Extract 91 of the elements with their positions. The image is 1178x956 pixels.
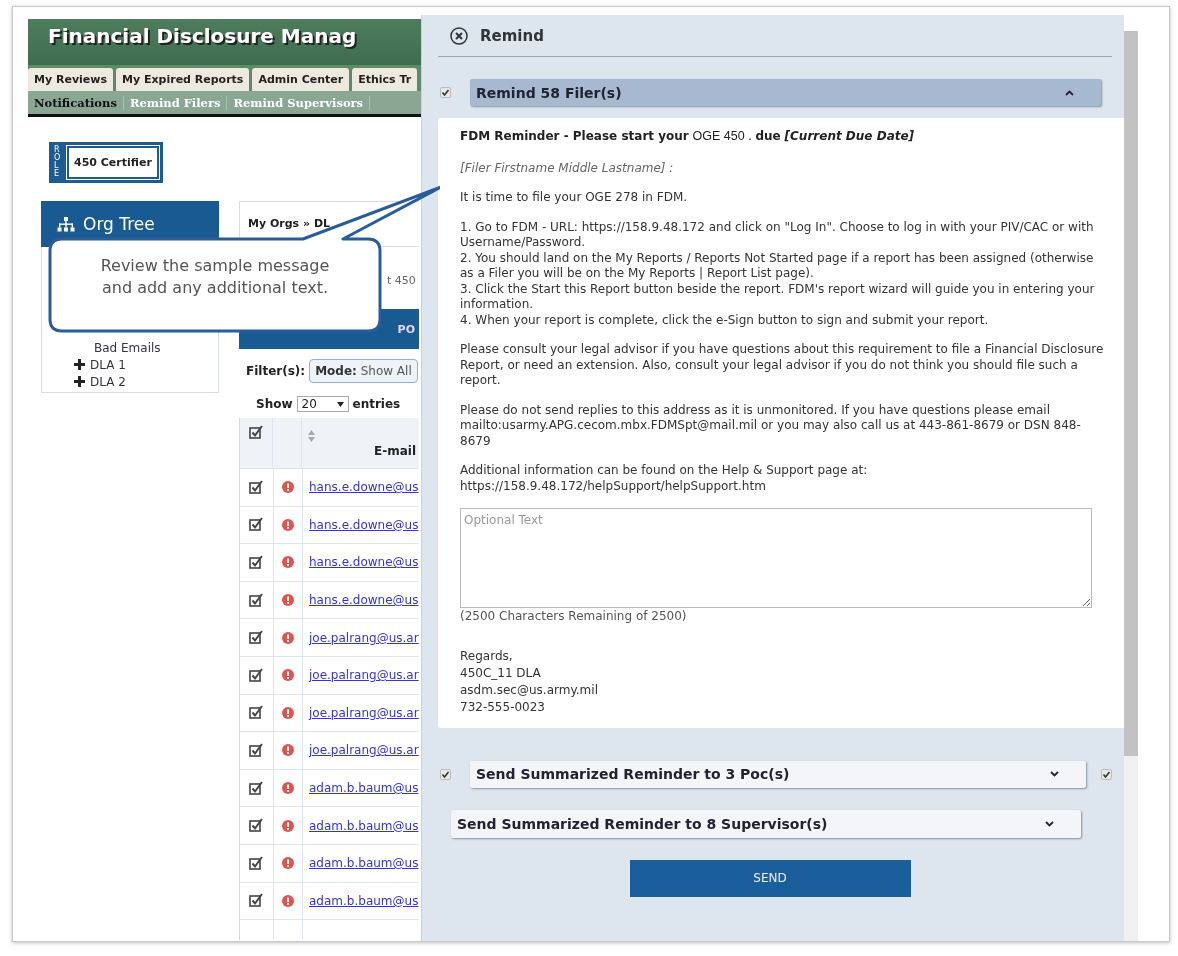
checkbox-icon[interactable] (248, 425, 264, 440)
checkbox-icon[interactable] (249, 780, 264, 796)
close-icon[interactable] (450, 27, 468, 45)
message-paragraph: It is time to file your OGE 278 in FDM. (460, 190, 689, 206)
checkbox-icon[interactable] (249, 555, 264, 570)
checkbox[interactable] (440, 768, 451, 780)
checkbox-icon[interactable] (249, 742, 264, 758)
email-link[interactable]: adam.b.baum@us (309, 856, 419, 871)
message-step: 1. Go to FDM - URL: https://158.9.48.172 and click on "Log In". Choose to log in with your PIV/CAC or with Username/Password. (460, 219, 1107, 251)
email-link[interactable]: hans.e.downe@us (309, 517, 419, 532)
role-tag: ROLE (51, 144, 65, 181)
email-link[interactable]: hans.e.downe@us (309, 593, 419, 608)
app-title: Financial Disclosure Manag (48, 24, 357, 48)
role-selector[interactable]: ROLE 450 Certifier (49, 142, 163, 183)
chevron-icon[interactable] (1050, 771, 1059, 777)
panel-title: Remind (480, 27, 544, 45)
poc-tab[interactable]: PO (397, 322, 419, 336)
accordion-header[interactable]: Send Summarized Reminder to 8 Supervisor(s) (451, 809, 1081, 838)
checkbox-icon[interactable] (249, 818, 264, 834)
org-chart-icon (57, 216, 75, 232)
nav-tab[interactable]: Admin Center (252, 68, 350, 91)
email-link[interactable]: adam.b.baum@us (309, 893, 419, 908)
checkbox-icon[interactable] (249, 592, 264, 608)
chevron-icon[interactable] (1045, 820, 1054, 827)
message-step: 4. When your report is complete, click the e-Sign button to sign and submit your report. (460, 312, 1107, 328)
sub-nav-link[interactable]: Notifications (28, 95, 124, 110)
send-button[interactable]: SEND (629, 859, 911, 897)
expand-plus-icon[interactable] (74, 376, 85, 387)
checkbox-icon[interactable] (249, 855, 264, 871)
alert-icon (282, 594, 294, 607)
alert-icon (282, 744, 294, 757)
show-label: Show (256, 397, 293, 411)
signature-line: asdm.sec@us.army.mil (460, 681, 599, 699)
expand-plus-icon[interactable] (74, 359, 85, 370)
alert-icon (282, 631, 294, 644)
entries-label: entries (352, 397, 401, 411)
alert-icon (282, 706, 294, 719)
alert-icon (282, 782, 294, 795)
alert-icon (282, 481, 294, 494)
email-link[interactable]: joe.palrang@us.ar (309, 630, 419, 645)
character-count: (2500 Characters Remaining of 2500) (460, 609, 688, 625)
optional-text-field[interactable]: Optional Text (460, 508, 1092, 608)
message-paragraph: Please consult your legal advisor if you have questions about this requirement to file a Financial Disclosure Report, or need an extension. Also, consult your legal advisor if you do not think you should file such a report. (460, 342, 1105, 389)
checkbox-icon[interactable] (249, 705, 264, 721)
signature-line: 450C_11 DLA (460, 664, 542, 682)
chevron-icon[interactable] (1065, 89, 1074, 96)
callout-text: Review the sample message (100, 255, 330, 277)
dropdown-caret-icon[interactable] (336, 401, 344, 407)
checkbox-icon[interactable] (249, 630, 264, 646)
message-subject: FDM Reminder - Please start your OGE 450 . due [Current Due Date] (460, 129, 916, 145)
message-salutation: [Filer Firstname Middle Lastname] : (460, 160, 675, 176)
email-link[interactable]: hans.e.downe@us (309, 480, 419, 495)
nav-tab[interactable]: Ethics Tr (352, 68, 418, 91)
column-header[interactable]: E-mail (374, 444, 416, 458)
email-link[interactable]: joe.palrang@us.ar (309, 668, 419, 683)
alert-icon (282, 894, 294, 907)
email-link[interactable]: adam.b.baum@us (309, 781, 419, 796)
signature-line: 732-555-0023 (460, 698, 546, 716)
mode-filter[interactable]: Mode: Show All (309, 359, 418, 383)
alert-icon (282, 857, 294, 870)
alert-icon (282, 819, 294, 832)
nav-tab[interactable]: My Reviews (28, 68, 113, 91)
alert-icon (282, 556, 294, 569)
tree-item[interactable]: DLA 2 (90, 374, 126, 389)
message-paragraph: Additional information can be found on the Help & Support page at: https://158.9.48.172/helpSupport/helpSupport.htm (460, 463, 869, 494)
scrollbar-thumb[interactable] (1124, 31, 1138, 756)
checkbox-icon[interactable] (249, 667, 264, 683)
email-link[interactable]: hans.e.downe@us (309, 555, 419, 570)
callout-text: and add any additional text. (101, 277, 329, 299)
accordion-header[interactable]: Send Summarized Reminder to 3 Poc(s) (470, 760, 1086, 788)
checkbox[interactable] (1101, 768, 1112, 780)
alert-icon (282, 518, 294, 531)
accordion-header[interactable]: Remind 58 Filer(s) (470, 79, 1101, 106)
email-link[interactable]: joe.palrang@us.ar (309, 743, 419, 758)
email-link[interactable]: joe.palrang@us.ar (309, 705, 419, 720)
page-size-select[interactable]: 20 (296, 396, 349, 412)
message-step: 2. You should land on the My Reports / Reports Not Started page if a report has been assigned (otherwise as a Filer you will be on the My Reports | Report List page). (460, 250, 1107, 282)
message-paragraph: Please do not send replies to this address as it is unmonitored. If you have questions please email mailto:usarmy.APG.cecom.mbx.FDMSpt@mail.mil or you may also call us at 443-861-8679 or DSN 848-8679 (460, 402, 1082, 449)
checkbox[interactable] (440, 87, 451, 98)
nav-tab[interactable]: My Expired Reports (116, 68, 250, 91)
page-subtitle: t 450 (387, 274, 416, 287)
checkbox-icon[interactable] (249, 893, 264, 909)
alert-icon (282, 669, 294, 682)
filter-label: Filter(s): (246, 364, 306, 378)
tree-item[interactable]: DLA 1 (90, 357, 126, 372)
message-step: 3. Click the Start this Report button beside the report. FDM's report wizard will guide you in entering your information. (460, 281, 1107, 313)
signature-line: Regards, (460, 647, 514, 665)
checkbox-icon[interactable] (249, 517, 264, 533)
email-link[interactable]: adam.b.baum@us (309, 818, 419, 833)
checkbox-icon[interactable] (249, 479, 264, 495)
tree-item[interactable]: Bad Emails (74, 340, 161, 355)
